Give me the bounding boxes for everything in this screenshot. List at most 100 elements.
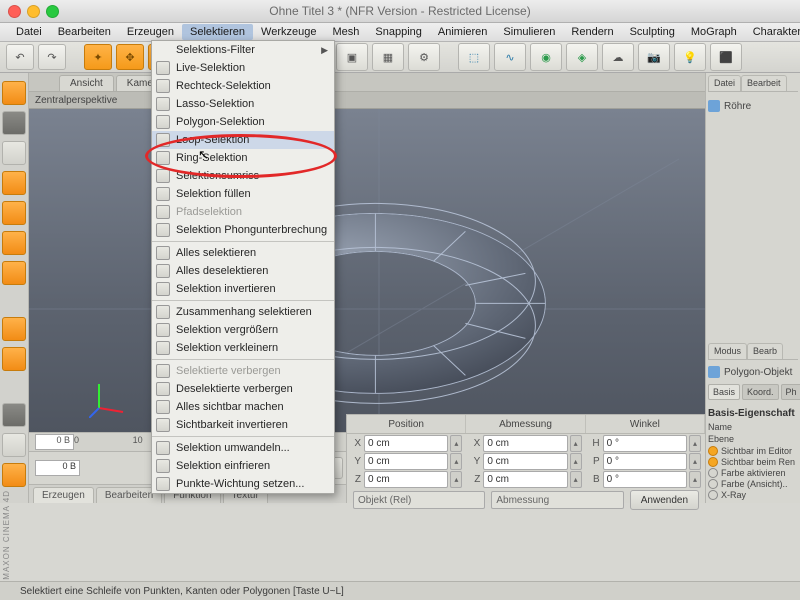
tab-view[interactable]: Ansicht bbox=[59, 75, 114, 91]
polygon-mode-button[interactable] bbox=[2, 261, 26, 285]
menu-erzeugen[interactable]: Erzeugen bbox=[119, 24, 182, 40]
render-view-button[interactable]: ▣ bbox=[336, 43, 368, 71]
menu-item-zusammenhang-selektieren[interactable]: Zusammenhang selektieren bbox=[152, 303, 334, 321]
redo-button[interactable]: ↷ bbox=[38, 44, 66, 70]
ang-X-input[interactable]: 0 ° bbox=[603, 435, 687, 452]
pos-Z-input[interactable]: 0 cm bbox=[364, 471, 448, 488]
menu-sculpting[interactable]: Sculpting bbox=[622, 24, 683, 40]
menu-item-selektion-f-llen[interactable]: Selektion füllen bbox=[152, 185, 334, 203]
menu-animieren[interactable]: Animieren bbox=[430, 24, 496, 40]
menu-item-rechteck-selektion[interactable]: Rechteck-Selektion bbox=[152, 77, 334, 95]
object-name[interactable]: Röhre bbox=[724, 101, 751, 112]
snap-settings-button[interactable] bbox=[2, 463, 26, 487]
menu-datei[interactable]: Datei bbox=[8, 24, 50, 40]
attr-farbe-aktivieren[interactable]: Farbe aktivieren bbox=[708, 468, 798, 478]
menu-rendern[interactable]: Rendern bbox=[563, 24, 621, 40]
menu-charakter[interactable]: Charakter bbox=[745, 24, 800, 40]
spinner-icon[interactable]: ▴ bbox=[570, 453, 582, 470]
point-mode-button[interactable] bbox=[2, 201, 26, 225]
dim-X-input[interactable]: 0 cm bbox=[483, 435, 567, 452]
menu-item-loop-selektion[interactable]: Loop-Selektion bbox=[152, 131, 334, 149]
render-settings-button[interactable]: ⚙ bbox=[408, 43, 440, 71]
model-mode-button[interactable] bbox=[2, 111, 26, 135]
dim-mode-select[interactable]: Abmessung bbox=[491, 491, 623, 509]
attr-farbe-ansicht-[interactable]: Farbe (Ansicht).. bbox=[708, 479, 798, 489]
menu-item-selektion-vergr-ern[interactable]: Selektion vergrößern bbox=[152, 321, 334, 339]
menu-item-lasso-selektion[interactable]: Lasso-Selektion bbox=[152, 95, 334, 113]
radio-icon[interactable] bbox=[708, 490, 718, 500]
menu-item-selektion-phongunterbrechung[interactable]: Selektion Phongunterbrechung bbox=[152, 221, 334, 239]
snap-grid-button[interactable] bbox=[2, 433, 26, 457]
axis-lock-button[interactable] bbox=[2, 317, 26, 341]
make-editable-button[interactable] bbox=[2, 81, 26, 105]
om-tab-file[interactable]: Datei bbox=[708, 75, 741, 91]
menu-item-ring-selektion[interactable]: Ring-Selektion bbox=[152, 149, 334, 167]
dim-Z-input[interactable]: 0 cm bbox=[483, 471, 567, 488]
undo-button[interactable]: ↶ bbox=[6, 44, 34, 70]
ang-Y-input[interactable]: 0 ° bbox=[603, 453, 687, 470]
menu-item-selektion-umwandeln-[interactable]: Selektion umwandeln... bbox=[152, 439, 334, 457]
menu-simulieren[interactable]: Simulieren bbox=[495, 24, 563, 40]
attr-sichtbar-im-editor[interactable]: Sichtbar im Editor bbox=[708, 446, 798, 456]
ang-Z-input[interactable]: 0 ° bbox=[603, 471, 687, 488]
menu-item-selektions-filter[interactable]: Selektions-Filter▶ bbox=[152, 41, 334, 59]
minimize-icon[interactable] bbox=[27, 5, 40, 18]
menu-selektieren[interactable]: Selektieren bbox=[182, 24, 253, 40]
add-primitive-button[interactable]: ⬚ bbox=[458, 43, 490, 71]
menu-item-selektionsumriss[interactable]: Selektionsumriss bbox=[152, 167, 334, 185]
radio-icon[interactable] bbox=[708, 479, 718, 489]
viewport-3d[interactable] bbox=[29, 109, 705, 432]
add-scene-button[interactable]: ⬛ bbox=[710, 43, 742, 71]
menu-snapping[interactable]: Snapping bbox=[367, 24, 430, 40]
menu-item-live-selektion[interactable]: Live-Selektion bbox=[152, 59, 334, 77]
magnet-button[interactable] bbox=[2, 347, 26, 371]
dim-Y-input[interactable]: 0 cm bbox=[483, 453, 567, 470]
menu-mograph[interactable]: MoGraph bbox=[683, 24, 745, 40]
tab-create[interactable]: Erzeugen bbox=[33, 487, 94, 503]
attr-x-ray[interactable]: X-Ray bbox=[708, 490, 798, 500]
add-spline-button[interactable]: ∿ bbox=[494, 43, 526, 71]
spinner-icon[interactable]: ▴ bbox=[570, 471, 582, 488]
coord-mode-select[interactable]: Objekt (Rel) bbox=[353, 491, 485, 509]
spinner-icon[interactable]: ▴ bbox=[570, 435, 582, 452]
radio-icon[interactable] bbox=[708, 446, 718, 456]
menu-bearbeiten[interactable]: Bearbeiten bbox=[50, 24, 119, 40]
subtab-phong[interactable]: Ph bbox=[781, 384, 800, 400]
radio-icon[interactable] bbox=[708, 457, 718, 467]
spinner-icon[interactable]: ▴ bbox=[689, 453, 701, 470]
menu-item-alles-selektieren[interactable]: Alles selektieren bbox=[152, 244, 334, 262]
am-tab-edit[interactable]: Bearb bbox=[747, 343, 783, 359]
workplane-button[interactable] bbox=[2, 171, 26, 195]
apply-button[interactable]: Anwenden bbox=[630, 490, 699, 510]
spinner-icon[interactable]: ▴ bbox=[689, 471, 701, 488]
texture-mode-button[interactable] bbox=[2, 141, 26, 165]
menu-item-selektion-invertieren[interactable]: Selektion invertieren bbox=[152, 280, 334, 298]
add-environment-button[interactable]: ☁ bbox=[602, 43, 634, 71]
add-generator-button[interactable]: ◉ bbox=[530, 43, 562, 71]
spinner-icon[interactable]: ▴ bbox=[450, 435, 462, 452]
subtab-coord[interactable]: Koord. bbox=[742, 384, 779, 400]
menu-item-punkte-wichtung-setzen-[interactable]: Punkte-Wichtung setzen... bbox=[152, 475, 334, 493]
menu-item-selektion-verkleinern[interactable]: Selektion verkleinern bbox=[152, 339, 334, 357]
menu-item-alles-sichtbar-machen[interactable]: Alles sichtbar machen bbox=[152, 398, 334, 416]
pos-Y-input[interactable]: 0 cm bbox=[364, 453, 448, 470]
menu-werkzeuge[interactable]: Werkzeuge bbox=[253, 24, 324, 40]
om-tab-edit[interactable]: Bearbeit bbox=[741, 75, 787, 91]
spinner-icon[interactable]: ▴ bbox=[689, 435, 701, 452]
close-icon[interactable] bbox=[8, 5, 21, 18]
zoom-icon[interactable] bbox=[46, 5, 59, 18]
move-button[interactable]: ✥ bbox=[116, 44, 144, 70]
live-select-button[interactable]: ✦ bbox=[84, 44, 112, 70]
radio-icon[interactable] bbox=[708, 468, 718, 478]
menu-item-deselektierte-verbergen[interactable]: Deselektierte verbergen bbox=[152, 380, 334, 398]
render-region-button[interactable]: ▦ bbox=[372, 43, 404, 71]
edge-mode-button[interactable] bbox=[2, 231, 26, 255]
menu-item-polygon-selektion[interactable]: Polygon-Selektion bbox=[152, 113, 334, 131]
spinner-icon[interactable]: ▴ bbox=[450, 453, 462, 470]
spinner-icon[interactable]: ▴ bbox=[450, 471, 462, 488]
am-tab-mode[interactable]: Modus bbox=[708, 343, 747, 359]
add-camera-button[interactable]: 📷 bbox=[638, 43, 670, 71]
start-frame-field[interactable]: 0 B bbox=[35, 434, 74, 450]
add-light-button[interactable]: 💡 bbox=[674, 43, 706, 71]
menu-item-sichtbarkeit-invertieren[interactable]: Sichtbarkeit invertieren bbox=[152, 416, 334, 434]
